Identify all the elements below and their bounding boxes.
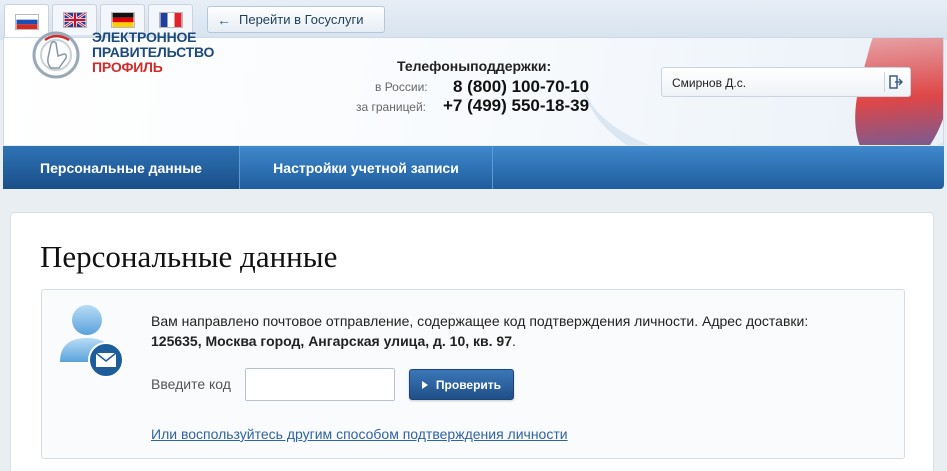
- code-label: Введите код: [151, 376, 231, 392]
- logo-line-3: ПРОФИЛЬ: [92, 59, 163, 75]
- main-nav: Персональные данные Настройки учетной за…: [3, 146, 944, 189]
- tab-personal-data[interactable]: Персональные данные: [3, 146, 239, 189]
- play-icon: [421, 380, 428, 389]
- code-input[interactable]: [245, 368, 395, 401]
- verification-message: Вам направлено почтовое отправление, сод…: [151, 311, 871, 351]
- support-abroad-label: за границей:: [356, 100, 427, 114]
- user-menu[interactable]: Смирнов Д.с.: [661, 67, 911, 97]
- support-russia-label: в России:: [375, 80, 428, 94]
- logo-emblem-icon: [32, 31, 80, 79]
- de-flag-icon: [110, 12, 135, 28]
- page-title: Персональные данные: [40, 239, 338, 274]
- message-text: Вам направлено почтовое отправление, сод…: [151, 313, 809, 329]
- delivery-address: 125635, Москва город, Ангарская улица, д…: [151, 333, 512, 349]
- logo-line-2: ПРАВИТЕЛЬСТВО: [92, 44, 215, 60]
- address-suffix: .: [512, 333, 516, 349]
- tab-personal-data-label: Персональные данные: [40, 159, 202, 176]
- tab-account-settings[interactable]: Настройки учетной записи: [240, 146, 492, 189]
- logo-line-1: ЭЛЕКТРОННОЕ: [92, 29, 197, 45]
- check-button[interactable]: Проверить: [409, 369, 514, 400]
- support-abroad-phone: +7 (499) 550-18-39: [443, 96, 590, 115]
- support-title: Телефоныподдержки:: [397, 58, 552, 74]
- goto-gosuslugi-button[interactable]: ← Перейти в Госуслуги: [207, 6, 385, 33]
- tab-account-settings-label: Настройки учетной записи: [273, 159, 459, 176]
- nav-separator: [492, 146, 493, 189]
- logo[interactable]: ЭЛЕКТРОННОЕ ПРАВИТЕЛЬСТВО ПРОФИЛЬ: [92, 30, 214, 75]
- uk-flag-icon: [62, 12, 87, 28]
- logout-button[interactable]: [884, 72, 906, 92]
- alternative-method-link[interactable]: Или воспользуйтесь другим способом подтв…: [151, 426, 568, 442]
- support-russia-phone: 8 (800) 100-70-10: [453, 77, 590, 96]
- arrow-left-icon: ←: [217, 11, 231, 28]
- user-name: Смирнов Д.с.: [672, 76, 747, 90]
- goto-gosuslugi-label: Перейти в Госуслуги: [239, 12, 364, 27]
- ru-flag-icon: [14, 13, 39, 30]
- fr-flag-icon: [158, 12, 183, 28]
- check-button-label: Проверить: [435, 377, 502, 392]
- user-mail-icon: [60, 305, 124, 378]
- logout-icon: [888, 75, 903, 89]
